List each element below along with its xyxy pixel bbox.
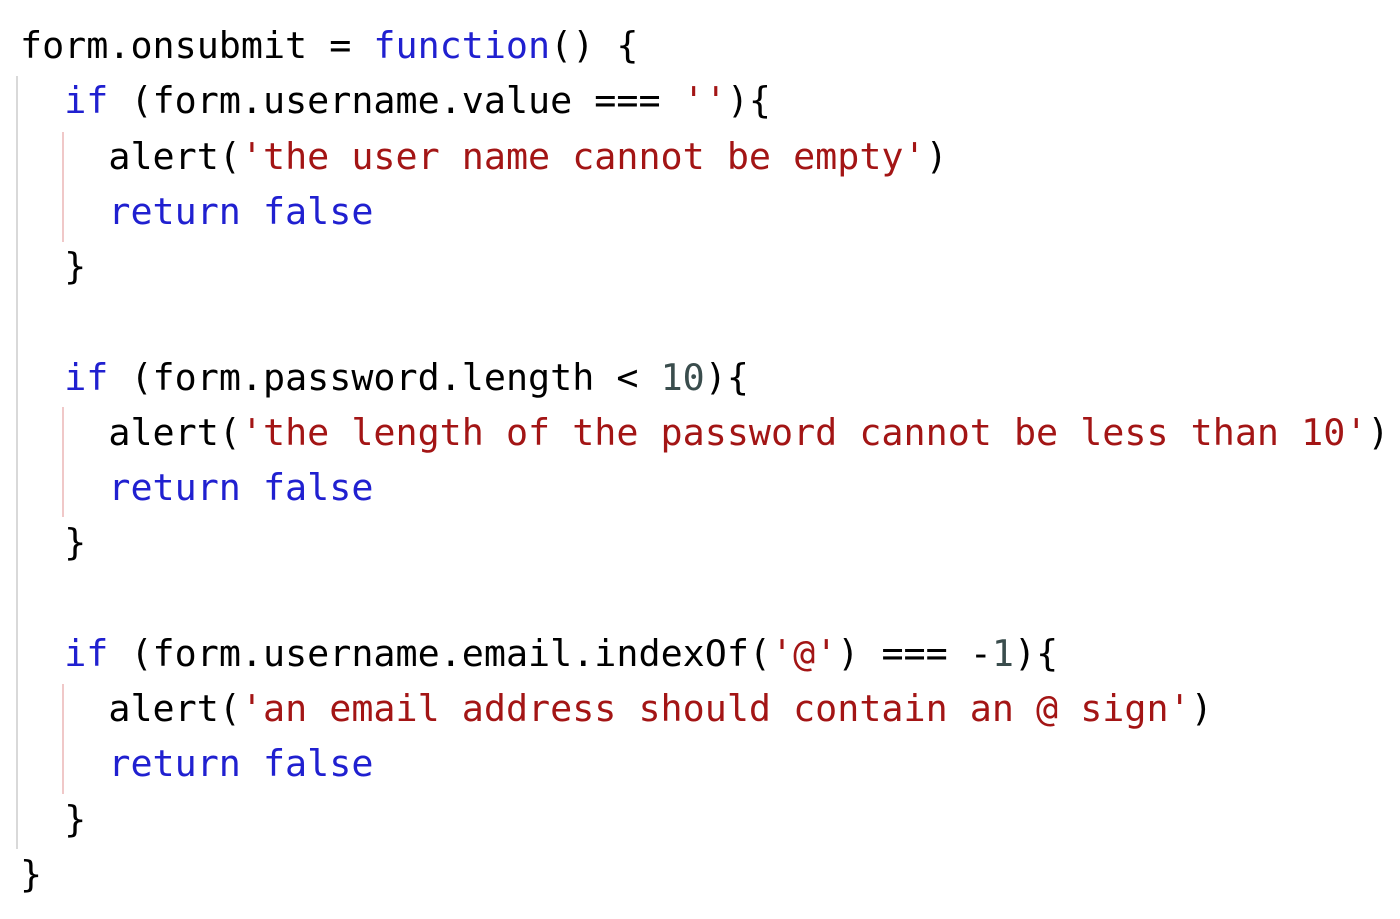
code-line: } <box>20 852 43 896</box>
code-token-plain: } <box>20 521 87 565</box>
code-token-str: 'the user name cannot be empty' <box>240 134 926 178</box>
code-token-plain: } <box>20 852 43 896</box>
code-token-plain: ) <box>925 134 948 178</box>
code-line: if (form.password.length < 10){ <box>20 355 749 399</box>
code-token-plain: ){ <box>1014 631 1059 675</box>
code-token-plain: alert( <box>20 134 241 178</box>
code-token-plain: ) <box>1190 687 1213 730</box>
code-token-plain: ) === - <box>837 631 992 675</box>
code-token-plain: } <box>20 245 87 288</box>
code-token-kw: if <box>64 355 109 399</box>
code-token-str: 'an email address should contain an @ si… <box>240 687 1191 730</box>
code-line: } <box>20 523 86 563</box>
code-line: alert('the user name cannot be empty') <box>20 134 948 178</box>
code-token-num: 10 <box>660 355 705 399</box>
code-editor[interactable]: form.onsubmit = function() { if (form.us… <box>0 0 1400 919</box>
code-token-plain: () { <box>550 24 639 67</box>
code-line: } <box>20 797 87 841</box>
code-token-kw: function <box>373 24 551 67</box>
code-token-plain: alert( <box>20 410 241 454</box>
code-token-plain: alert( <box>20 687 241 730</box>
code-token-kw: return false <box>108 189 374 233</box>
code-line: return false <box>20 744 373 784</box>
code-line: alert('an email address should contain a… <box>20 687 1213 730</box>
code-line: if (form.username.value === ''){ <box>20 81 771 121</box>
code-token-str: '@' <box>771 631 838 675</box>
code-token-plain: ) <box>1367 410 1390 454</box>
code-token-plain: (form.username.email.indexOf( <box>108 631 772 675</box>
indent-guide-function-body <box>16 76 18 849</box>
code-token-num: 1 <box>991 631 1014 675</box>
code-token-kw: return false <box>108 742 374 786</box>
code-token-str: '' <box>682 79 727 123</box>
code-token-plain: ){ <box>726 79 772 123</box>
code-line: if (form.username.email.indexOf('@') ===… <box>20 631 1059 675</box>
code-token-str: 'the length of the password cannot be le… <box>240 410 1368 454</box>
code-token-kw: if <box>64 631 109 675</box>
code-token-kw: return false <box>108 466 374 509</box>
code-line: return false <box>20 189 374 233</box>
code-token-plain: (form.username.value === <box>108 79 683 123</box>
code-token-plain: form.onsubmit = <box>20 24 374 67</box>
code-line: return false <box>20 468 373 508</box>
code-line: form.onsubmit = function() { <box>20 26 638 66</box>
code-token-plain: ){ <box>704 355 749 399</box>
code-token-plain: (form.password.length < <box>108 355 661 399</box>
code-token-plain: } <box>20 797 87 841</box>
code-line: } <box>20 247 86 287</box>
code-line: alert('the length of the password cannot… <box>20 410 1390 454</box>
code-token-kw: if <box>64 79 109 123</box>
